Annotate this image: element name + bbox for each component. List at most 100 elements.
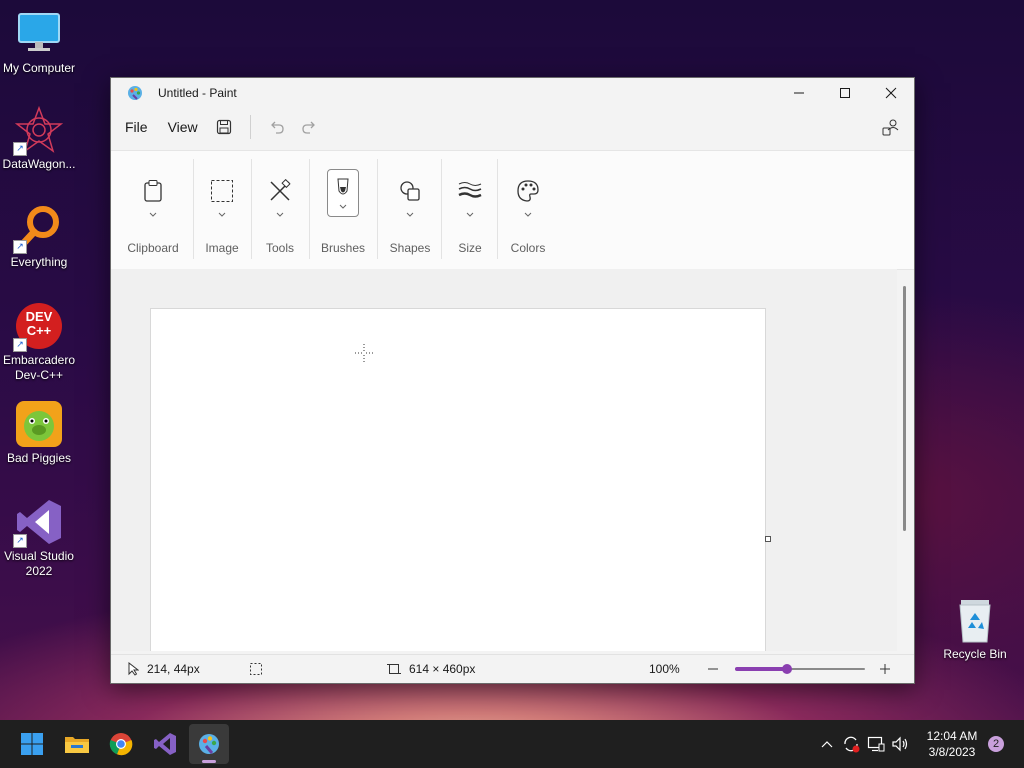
desktop-icon-devcpp[interactable]: DEV C++ ↗ Embarcadero Dev-C++ bbox=[0, 302, 78, 383]
zoom-in-button[interactable] bbox=[873, 663, 897, 675]
ribbon-group-tools[interactable]: Tools bbox=[253, 157, 307, 261]
canvas-area[interactable] bbox=[111, 269, 897, 651]
chevron-down-icon bbox=[339, 204, 347, 209]
taskbar-chrome[interactable] bbox=[101, 724, 141, 764]
shortcut-arrow-icon: ↗ bbox=[13, 240, 27, 254]
minimize-button[interactable] bbox=[776, 78, 822, 108]
ribbon-group-shapes[interactable]: Shapes bbox=[379, 157, 441, 261]
devcpp-badge: DEV C++ bbox=[25, 309, 53, 338]
ribbon-group-label: Tools bbox=[265, 241, 294, 255]
sync-status-button[interactable] bbox=[838, 735, 864, 753]
paint-window[interactable]: Untitled - Paint File View Clipboard Ima… bbox=[110, 77, 915, 684]
redo-icon bbox=[302, 121, 315, 134]
canvas-size-text: 614 × 460px bbox=[409, 662, 476, 676]
shortcut-arrow-icon: ↗ bbox=[13, 142, 27, 156]
paint-app-icon bbox=[199, 734, 219, 754]
menu-separator bbox=[249, 115, 251, 139]
ribbon-group-size[interactable]: Size bbox=[443, 157, 497, 261]
start-button[interactable] bbox=[12, 724, 52, 764]
desktop-icon-datawagon[interactable]: ↗ DataWagon... bbox=[0, 105, 78, 172]
notification-badge[interactable]: 2 bbox=[988, 736, 1004, 752]
visual-studio-icon bbox=[154, 733, 176, 755]
everything-search-icon: ↗ bbox=[13, 204, 63, 254]
ribbon-group-label: Clipboard bbox=[127, 241, 179, 255]
close-button[interactable] bbox=[868, 78, 914, 108]
zoom-out-button[interactable] bbox=[701, 663, 725, 675]
datawagon-icon: ↗ bbox=[13, 105, 64, 156]
ribbon-group-clipboard[interactable]: Clipboard bbox=[123, 157, 183, 261]
save-button[interactable] bbox=[208, 111, 240, 143]
shortcut-arrow-icon: ↗ bbox=[13, 338, 27, 352]
menu-file[interactable]: File bbox=[115, 113, 158, 141]
ribbon-group-label: Image bbox=[205, 241, 239, 255]
minimize-icon bbox=[794, 92, 804, 94]
chevron-down-icon bbox=[379, 211, 441, 225]
network-button[interactable] bbox=[864, 736, 888, 752]
maximize-icon bbox=[840, 88, 850, 98]
chevron-down-icon bbox=[195, 211, 249, 225]
vertical-scrollbar[interactable] bbox=[903, 286, 906, 531]
network-icon bbox=[867, 736, 885, 752]
system-tray bbox=[816, 720, 912, 768]
undo-button[interactable] bbox=[261, 111, 293, 143]
ribbon-separator bbox=[497, 159, 498, 259]
account-button[interactable] bbox=[874, 111, 906, 143]
ribbon-separator bbox=[251, 159, 252, 259]
ribbon-separator bbox=[193, 159, 194, 259]
drawing-canvas[interactable] bbox=[150, 308, 766, 651]
cursor-position: 214, 44px bbox=[127, 662, 249, 676]
desktop-icon-label: Visual Studio 2022 bbox=[4, 549, 74, 578]
close-icon bbox=[885, 87, 897, 99]
ribbon-group-brushes[interactable]: Brushes bbox=[311, 157, 375, 261]
ribbon-group-image[interactable]: Image bbox=[195, 157, 249, 261]
taskbar-visual-studio[interactable] bbox=[145, 724, 185, 764]
ribbon-group-colors[interactable]: Colors bbox=[499, 157, 557, 261]
zoom-slider-thumb[interactable] bbox=[782, 664, 792, 674]
desktop-icon-label: Bad Piggies bbox=[6, 451, 72, 465]
redo-button[interactable] bbox=[293, 111, 325, 143]
clock-date: 3/8/2023 bbox=[928, 745, 976, 759]
minus-icon bbox=[708, 668, 718, 670]
chevron-up-icon bbox=[821, 741, 833, 748]
devcpp-icon: DEV C++ ↗ bbox=[13, 302, 63, 352]
ribbon-separator bbox=[377, 159, 378, 259]
menu-bar: File View bbox=[111, 108, 914, 146]
desktop-icon-my-computer[interactable]: My Computer bbox=[0, 10, 78, 76]
chevron-down-icon bbox=[499, 211, 557, 225]
selection-icon bbox=[205, 173, 239, 209]
sync-error-icon bbox=[844, 736, 860, 753]
taskbar-paint[interactable] bbox=[189, 724, 229, 764]
tools-icon bbox=[263, 173, 297, 209]
desktop-icon-recycle-bin[interactable]: Recycle Bin bbox=[936, 596, 1014, 662]
desktop-icon-label: Everything bbox=[10, 255, 68, 269]
canvas-size: 614 × 460px bbox=[387, 662, 649, 676]
palette-icon bbox=[511, 173, 545, 209]
monitor-icon bbox=[15, 10, 63, 58]
show-hidden-icons-button[interactable] bbox=[816, 740, 838, 748]
shortcut-arrow-icon: ↗ bbox=[13, 534, 27, 548]
selection-size bbox=[249, 662, 387, 676]
volume-button[interactable] bbox=[888, 736, 912, 752]
ribbon-separator bbox=[441, 159, 442, 259]
taskbar-clock[interactable]: 12:04 AM 3/8/2023 bbox=[920, 728, 984, 760]
desktop-icon-visual-studio[interactable]: ↗ Visual Studio 2022 bbox=[0, 498, 78, 579]
canvas-resize-handle[interactable] bbox=[765, 536, 771, 542]
title-bar[interactable]: Untitled - Paint bbox=[111, 78, 914, 108]
size-icon bbox=[453, 173, 487, 209]
desktop-icon-bad-piggies[interactable]: Bad Piggies bbox=[0, 400, 78, 466]
taskbar-file-explorer[interactable] bbox=[57, 724, 97, 764]
chevron-down-icon bbox=[123, 211, 183, 225]
undo-icon bbox=[270, 121, 284, 134]
menu-view[interactable]: View bbox=[158, 113, 208, 141]
zoom-slider[interactable] bbox=[735, 662, 865, 676]
save-icon bbox=[216, 119, 231, 135]
window-title: Untitled - Paint bbox=[158, 86, 237, 100]
active-app-indicator bbox=[202, 760, 216, 763]
desktop-icon-everything[interactable]: ↗ Everything bbox=[0, 204, 78, 270]
selection-size-icon bbox=[250, 663, 262, 675]
visual-studio-icon: ↗ bbox=[13, 498, 63, 548]
maximize-button[interactable] bbox=[822, 78, 868, 108]
cursor-position-text: 214, 44px bbox=[147, 662, 200, 676]
zoom-slider-fill bbox=[735, 667, 787, 671]
taskbar: 12:04 AM 3/8/2023 bbox=[0, 720, 1024, 768]
